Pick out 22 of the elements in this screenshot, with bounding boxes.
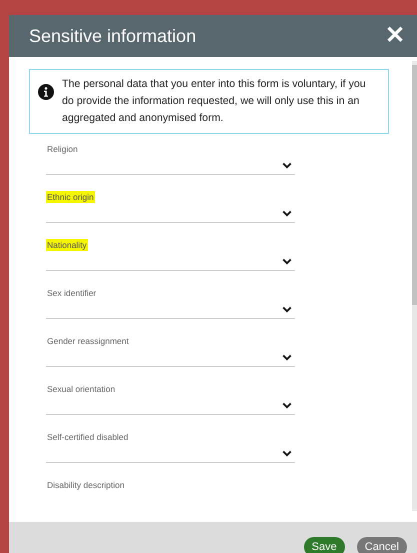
field-label: Sex identifier xyxy=(46,287,98,299)
notice-text: The personal data that you enter into this form is voluntary, if you do provide the information requested, we will only use this in an aggregated and anonymised form. xyxy=(62,77,367,126)
chevron-down-icon xyxy=(282,306,292,312)
chevron-down-icon xyxy=(282,162,292,168)
save-button[interactable]: Save xyxy=(304,537,345,553)
close-button[interactable]: ✕ xyxy=(385,24,405,48)
chevron-down-icon xyxy=(282,258,292,264)
field-label: Religion xyxy=(46,143,79,155)
field-label: Self-certified disabled xyxy=(46,431,130,443)
field-label: Gender reassignment xyxy=(46,335,130,347)
chevron-down-icon xyxy=(282,402,292,408)
field-label: Nationality xyxy=(46,239,88,251)
dialog-title: Sensitive information xyxy=(29,26,196,46)
scrollbar[interactable] xyxy=(412,61,417,511)
chevron-down-icon xyxy=(282,450,292,456)
cancel-button[interactable]: Cancel xyxy=(356,537,407,553)
field-label: Disability description xyxy=(46,479,126,491)
chevron-down-icon xyxy=(282,354,292,360)
info-icon xyxy=(38,84,54,100)
chevron-down-icon xyxy=(282,210,292,216)
field-label: Ethnic origin xyxy=(46,191,95,203)
field-label: Sexual orientation xyxy=(46,383,116,395)
